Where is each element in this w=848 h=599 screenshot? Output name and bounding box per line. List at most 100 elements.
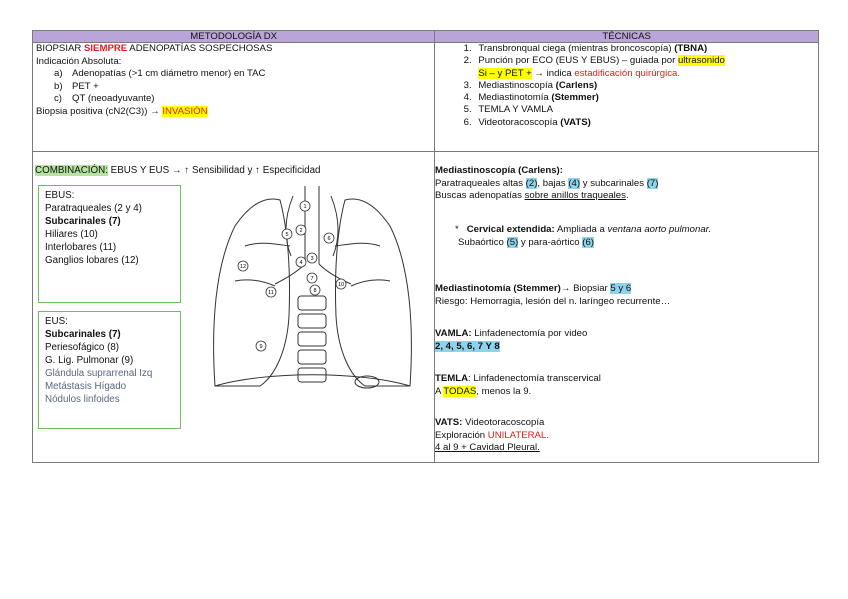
hl: 5 y 6 [610, 283, 632, 294]
ebus-item: Subcarinales (7) [45, 216, 121, 227]
right-lung-outline [334, 198, 412, 387]
vats-line2: Exploración UNILATERAL. [435, 430, 549, 443]
hl: (7) [646, 177, 659, 189]
marker: c) [54, 93, 62, 104]
text: Mediastinoscopía [478, 79, 556, 91]
text: y para-aórtico [518, 236, 583, 248]
text: Mediastinotomía [478, 92, 552, 104]
tecnica-item: Mediastinoscopía (Carlens) [474, 80, 815, 92]
mediastinal-lymph-node-diagram: 123456789101112 [213, 186, 412, 389]
marker: a) [54, 68, 63, 79]
bold: Cervical extendida: [466, 224, 555, 235]
ebus-box: EBUS: Paratraqueales (2 y 4) Subcarinale… [38, 185, 181, 303]
eus-item: Metástasis Hígado [45, 381, 127, 392]
text: Adenopatías (>1 cm diámetro menor) en TA… [72, 68, 266, 79]
bold: VAMLA: [435, 328, 472, 339]
ebus-item: Paratraqueales (2 y 4) [45, 203, 142, 214]
header-tecnicas: TÉCNICAS [434, 30, 819, 43]
text: BIOPSIAR [36, 43, 84, 54]
eus-box: EUS: Subcarinales (7) Periesofágico (8) … [38, 311, 181, 429]
combinacion-label: COMBINACIÓN: [35, 165, 108, 176]
lymph-node-label: 8 [313, 288, 316, 294]
tecnica-item: Transbronqual ciega (mientras broncoscop… [474, 43, 815, 55]
eus-item: Periesofágico (8) [45, 342, 120, 353]
bold: (VATS) [560, 116, 591, 128]
text: Biopsia positiva (cN2(C3)) → [36, 105, 163, 117]
vamla-section: VAMLA: Linfadenectomía por video 2, 4, 5… [435, 328, 587, 353]
text: Punción por ECO (EUS Y EBUS) – guiada po… [478, 55, 678, 67]
text: . [625, 190, 629, 201]
hl: (4) [568, 177, 581, 189]
vats-line3: 4 al 9 + Cavidad Pleural. [435, 442, 540, 453]
biopsia-positiva-line: Biopsia positiva (cN2(C3)) → INVASIÓN [36, 105, 431, 119]
text: y subcarinales [580, 177, 647, 189]
great-vessels [285, 195, 339, 257]
tecnica-item: Mediastinotomía (Stemmer) [474, 92, 815, 104]
vamla-line: VAMLA: Linfadenectomía por video [435, 328, 587, 341]
lymph-node-label: 4 [299, 260, 302, 266]
marker: b) [54, 80, 63, 92]
text: QT (neoadyuvante) [72, 93, 155, 104]
mediastinoscopia-line1: Paratraqueales altas (2), bajas (4) y su… [435, 177, 659, 191]
bold: TEMLA [435, 373, 469, 384]
bullet: * [455, 224, 459, 235]
diaphragm [214, 374, 411, 387]
vertebra [297, 331, 327, 347]
text: Linfadenectomía por video [471, 328, 588, 339]
combinacion-line: COMBINACIÓN: EBUS Y EUS → ↑ Sensibilidad… [35, 165, 320, 178]
vats-section: VATS: Videotoracoscopía Exploración UNIL… [435, 417, 549, 455]
biopsiar-line: BIOPSIAR SIEMPRE ADENOPATÍAS SOSPECHOSAS [36, 43, 431, 56]
left-lung-outline [213, 198, 291, 387]
text: EBUS Y EUS → ↑ Sensibilidad y ↑ Especifi… [107, 165, 321, 176]
underlined: sobre anillos traqueales [524, 190, 626, 201]
tecnica-item: Punción por ECO (EUS Y EBUS) – guiada po… [474, 55, 815, 80]
lymph-node-label: 11 [268, 290, 274, 296]
cont-hl: Si – y PET + [478, 67, 532, 79]
mediastinotomia-line: Mediastinotomía (Stemmer)→ Biopsiar 5 y … [435, 283, 670, 296]
indicacion-item: b) PET + [36, 81, 431, 94]
cervical-extendida-section: * Cervical extendida: Ampliada a ventana… [449, 224, 711, 249]
temla-line2: A TODAS, menos la 9. [435, 385, 601, 399]
bold: (TBNA) [674, 43, 708, 54]
bold: Mediastinotomía (Stemmer) [435, 283, 561, 294]
trachea [304, 186, 320, 264]
tecnicas-list: Transbronqual ciega (mientras broncoscop… [438, 43, 815, 129]
eus-item: Nódulos linfoides [45, 394, 120, 405]
hl: 2, 4, 5, 6, 7 Y 8 [435, 340, 500, 352]
lymph-node-label: 9 [259, 344, 262, 350]
vertebra [297, 295, 327, 311]
text: , menos la 9. [476, 385, 532, 397]
tecnica-item: Videotoracoscopía (VATS) [474, 117, 815, 129]
mediastinoscopia-line2: Buscas adenopatías sobre anillos traquea… [435, 190, 658, 203]
text: , bajas [537, 177, 569, 189]
hl: (2) [525, 177, 538, 189]
mediastinoscopia-title: Mediastinoscopía (Carlens): [435, 165, 563, 176]
cervical-extendida-line: * Cervical extendida: Ampliada a ventana… [449, 224, 711, 237]
metodologia-cell: BIOPSIAR SIEMPRE ADENOPATÍAS SOSPECHOSAS… [31, 42, 436, 152]
text: Buscas adenopatías [435, 190, 525, 201]
pulmonary-vessels [244, 242, 381, 247]
lymph-node-label: 5 [285, 232, 288, 238]
eus-item: Glándula suprarrenal Izq [45, 368, 153, 379]
ebus-title: EBUS: [45, 190, 75, 201]
hl: (6) [582, 236, 594, 248]
text: Videotoracoscopía [478, 116, 561, 128]
subaortico-line: Subaórtico (5) y para-aórtico (6) [435, 236, 711, 250]
header-metodologia: METODOLOGÍA DX [31, 30, 436, 43]
ebus-item: Interlobares (11) [45, 242, 117, 253]
cont-red: estadificación quirúrgica. [574, 67, 680, 79]
temla-line: TEMLA: Linfadenectomía transcervical [435, 373, 601, 386]
lymph-node-label: 3 [310, 256, 313, 262]
lymph-node-label: 6 [327, 236, 330, 242]
italic: ventana aorto pulmonar. [607, 224, 712, 235]
text: Subaórtico [458, 236, 507, 248]
lymph-node-label: 10 [338, 282, 344, 288]
vats-line: VATS: Videotoracoscopía [435, 417, 549, 430]
red: UNILATERAL. [487, 429, 549, 441]
text: PET + [72, 80, 99, 92]
invasion-text: INVASIÓN [162, 105, 208, 117]
lymph-node-label: 2 [299, 228, 302, 234]
text: Ampliada a [554, 224, 608, 235]
vertebra [297, 313, 327, 329]
mediastinotomia-section: Mediastinotomía (Stemmer)→ Biopsiar 5 y … [435, 283, 670, 308]
